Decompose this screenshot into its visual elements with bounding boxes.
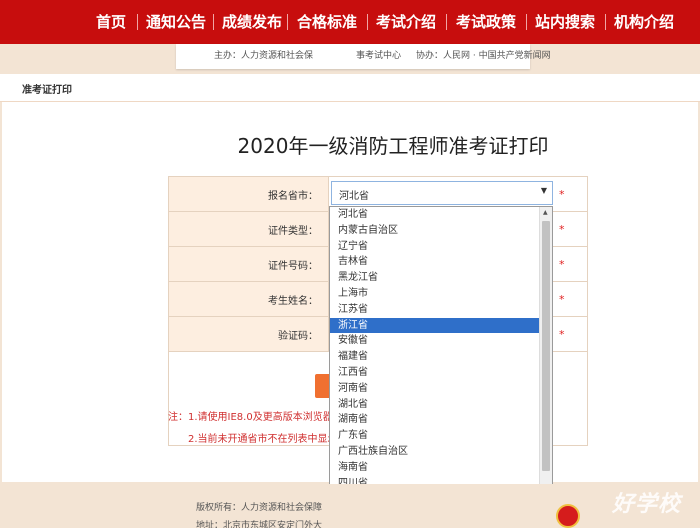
scroll-up-icon[interactable]: ▲ — [543, 209, 548, 216]
scrollbar-thumb[interactable] — [542, 221, 550, 471]
nav-org-intro[interactable]: 机构介绍 — [614, 0, 674, 44]
form-label-cell: 报名省市： — [169, 177, 329, 211]
dropdown-option[interactable]: 海南省 — [330, 460, 540, 476]
required-mark: * — [559, 258, 565, 271]
dropdown-option[interactable]: 吉林省 — [330, 254, 540, 270]
nav-divider — [287, 14, 288, 30]
dropdown-option[interactable]: 安徽省 — [330, 333, 540, 349]
dropdown-options: 河北省 内蒙古自治区 辽宁省 吉林省 黑龙江省 上海市 江苏省 浙江省 安徽省 福建省 江西省 河南省… — [330, 207, 540, 521]
dropdown-option[interactable]: 福建省 — [330, 349, 540, 365]
nav-notices[interactable]: 通知公告 — [146, 0, 206, 44]
footer-copyright: 版权所有：人力资源和社会保障 — [196, 503, 323, 513]
breadcrumb: 准考证打印 — [0, 74, 700, 102]
required-mark: * — [559, 188, 565, 201]
province-label: 报名省市： — [268, 191, 318, 202]
breadcrumb-label: 准考证打印 — [22, 85, 72, 96]
dropdown-option[interactable]: 河北省 — [330, 207, 540, 223]
captcha-label: 验证码： — [278, 331, 318, 342]
required-mark: * — [559, 293, 565, 306]
co-organizer-text: 协办：人民网 · 中国共产党新闻网 — [416, 51, 551, 61]
chevron-down-icon[interactable]: ▼ — [541, 186, 547, 195]
form-label-cell: 证件号码： — [169, 247, 329, 281]
province-select[interactable]: 河北省 ▼ — [331, 181, 553, 205]
nav-divider — [367, 14, 368, 30]
required-mark: * — [559, 328, 565, 341]
nav-exam-policy[interactable]: 考试政策 — [456, 0, 516, 44]
nav-divider — [605, 14, 606, 30]
nav-divider — [213, 14, 214, 30]
dropdown-option[interactable]: 湖南省 — [330, 412, 540, 428]
watermark-logo: 好学校 — [592, 478, 696, 528]
dropdown-option[interactable]: 江苏省 — [330, 302, 540, 318]
footer-address: 地址：北京市东城区安定门外大 — [196, 521, 323, 528]
nav-score-release[interactable]: 成绩发布 — [222, 0, 282, 44]
nav-home[interactable]: 首页 — [96, 0, 126, 44]
dropdown-option[interactable]: 内蒙古自治区 — [330, 223, 540, 239]
national-emblem-icon — [556, 504, 580, 528]
nav-site-search[interactable]: 站内搜索 — [535, 0, 595, 44]
form-label-cell: 验证码： — [169, 317, 329, 351]
nav-exam-intro[interactable]: 考试介绍 — [376, 0, 436, 44]
nav-divider — [446, 14, 447, 30]
dropdown-option[interactable]: 上海市 — [330, 286, 540, 302]
nav-passing-standard[interactable]: 合格标准 — [297, 0, 357, 44]
dropdown-option[interactable]: 湖北省 — [330, 397, 540, 413]
id-number-label: 证件号码： — [268, 261, 318, 272]
dropdown-option[interactable]: 辽宁省 — [330, 239, 540, 255]
note-line-1: 注：1.请使用IE8.0及更高版本浏览器 — [168, 412, 333, 423]
dropdown-scrollbar[interactable]: ▲ — [539, 207, 552, 521]
dropdown-option[interactable]: 江西省 — [330, 365, 540, 381]
name-label: 考生姓名： — [268, 296, 318, 307]
organizer-text: 主办：人力资源和社会保 — [214, 51, 314, 61]
dropdown-option[interactable]: 黑龙江省 — [330, 270, 540, 286]
required-mark: * — [559, 223, 565, 236]
form-label-cell: 考生姓名： — [169, 282, 329, 316]
province-dropdown-list[interactable]: 河北省 内蒙古自治区 辽宁省 吉林省 黑龙江省 上海市 江苏省 浙江省 安徽省 福建省 江西省 河南省… — [329, 206, 553, 522]
nav-divider — [526, 14, 527, 30]
host-info-bar: 主办：人力资源和社会保 事考试中心 协办：人民网 · 中国共产党新闻网 — [176, 44, 551, 69]
form-label-cell: 证件类型： — [169, 212, 329, 246]
dropdown-option[interactable]: 广西壮族自治区 — [330, 444, 540, 460]
province-select-value: 河北省 — [339, 191, 369, 202]
top-navigation: 首页 通知公告 成绩发布 合格标准 考试介绍 考试政策 站内搜索 机构介绍 — [0, 0, 700, 44]
watermark-text: 好学校 — [612, 492, 682, 517]
dropdown-option[interactable]: 河南省 — [330, 381, 540, 397]
nav-divider — [137, 14, 138, 30]
dropdown-option[interactable]: 浙江省 — [330, 317, 540, 334]
note-line-2: 2.当前未开通省市不在列表中显示 — [188, 434, 338, 445]
organizer-text-tail: 事考试中心 — [356, 51, 402, 61]
dropdown-option[interactable]: 广东省 — [330, 428, 540, 444]
page-title: 2020年一级消防工程师准考证打印 — [237, 134, 549, 158]
id-type-label: 证件类型： — [268, 226, 318, 237]
